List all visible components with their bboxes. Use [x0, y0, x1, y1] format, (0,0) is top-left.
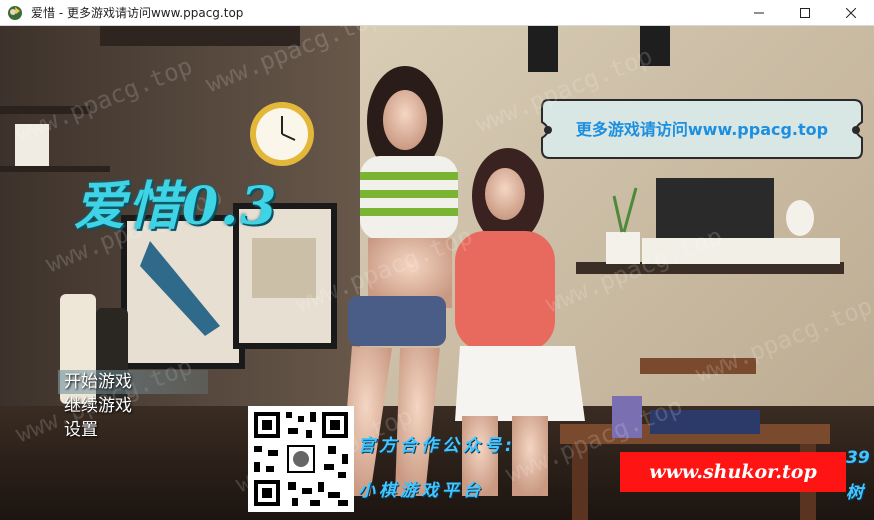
window-controls — [736, 0, 874, 26]
promo-platform-name: 小棋游戏平台 — [358, 481, 484, 501]
close-button[interactable] — [828, 0, 874, 26]
promo-fragment-right: 39 — [846, 448, 870, 468]
promo-banner: 更多游戏请访问www.ppacg.top — [542, 96, 862, 160]
minimize-button[interactable] — [736, 0, 782, 26]
menu-item-settings[interactable]: 设置 — [58, 418, 208, 442]
promo-fragment-right2: 树 — [846, 483, 863, 503]
window-titlebar: 爱惜 - 更多游戏请访问www.ppacg.top — [0, 0, 874, 26]
promo-banner-text: 更多游戏请访问www.ppacg.top — [575, 120, 829, 139]
window-title: 爱惜 - 更多游戏请访问www.ppacg.top — [31, 6, 244, 20]
game-app-icon — [8, 5, 22, 20]
shukor-watermark-label: www.shukor.top — [620, 452, 846, 492]
maximize-icon — [800, 7, 810, 18]
minimize-icon — [754, 12, 764, 13]
game-title-screen[interactable]: www.ppacg.top www.ppacg.top www.ppacg.to… — [0, 26, 874, 520]
menu-item-start-game[interactable]: 开始游戏 — [58, 370, 208, 394]
menu-item-continue-game[interactable]: 继续游戏 — [58, 394, 208, 418]
main-menu: 开始游戏 继续游戏 设置 — [58, 370, 208, 442]
close-icon — [846, 7, 856, 18]
game-logo-title: 爱惜0.3 — [74, 176, 279, 237]
maximize-button[interactable] — [782, 0, 828, 26]
qr-code-image — [248, 406, 354, 512]
promo-official-account-label: 官方合作公众号: — [358, 436, 516, 456]
